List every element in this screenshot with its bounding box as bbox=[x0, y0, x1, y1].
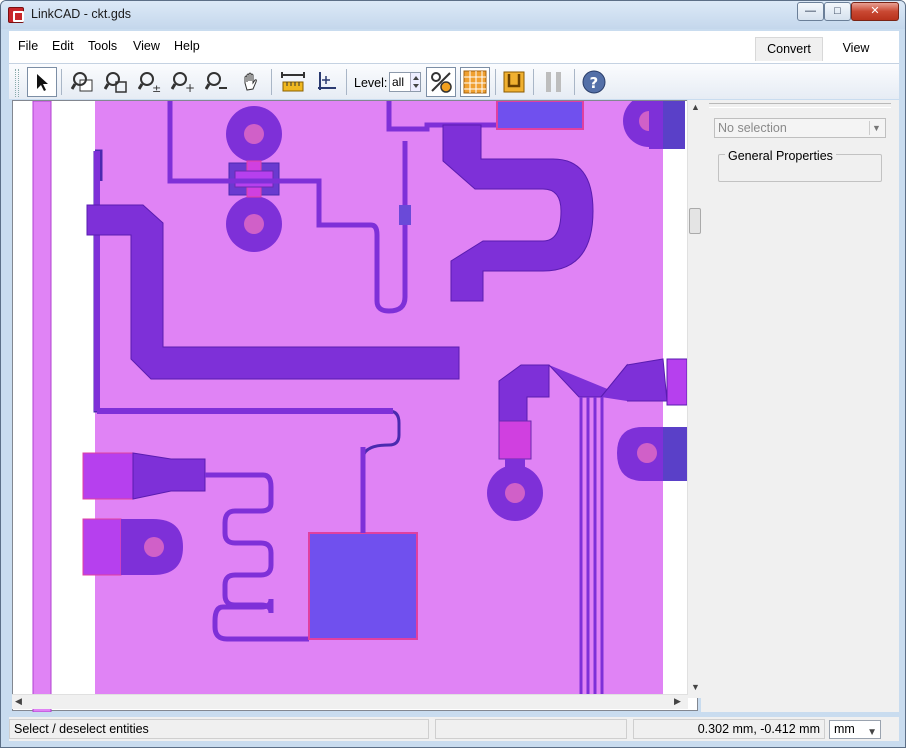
menu-view[interactable]: View bbox=[133, 39, 160, 53]
svg-text:+: + bbox=[185, 81, 195, 94]
tab-view[interactable]: View bbox=[825, 37, 887, 61]
maximize-button[interactable]: □ bbox=[824, 2, 851, 21]
menu-edit[interactable]: Edit bbox=[52, 39, 74, 53]
unit-value: mm bbox=[834, 722, 855, 736]
toolbar-grip[interactable] bbox=[15, 69, 19, 97]
status-message: Select / deselect entities bbox=[9, 719, 429, 739]
toolbar: ± + Level: all ? bbox=[9, 63, 899, 99]
layout-drawing bbox=[32, 95, 688, 713]
pan-hand-icon[interactable] bbox=[236, 67, 266, 97]
level-spin-icon[interactable] bbox=[410, 73, 420, 91]
cad-canvas[interactable] bbox=[12, 95, 698, 713]
properties-panel: No selection ▼ General Properties bbox=[701, 100, 899, 712]
svg-text:?: ? bbox=[590, 74, 599, 92]
minimize-button[interactable]: — bbox=[797, 2, 824, 21]
zoom-window-icon[interactable] bbox=[68, 67, 98, 97]
status-coordinates: 0.302 mm, -0.412 mm bbox=[633, 719, 825, 739]
general-properties-label: General Properties bbox=[725, 149, 836, 163]
zoom-in-icon[interactable]: + bbox=[168, 67, 198, 97]
close-button[interactable]: ✕ bbox=[851, 2, 899, 21]
level-select[interactable]: all bbox=[389, 72, 421, 92]
app-icon bbox=[8, 7, 24, 23]
zoom-fit-icon[interactable] bbox=[101, 67, 131, 97]
selection-dropdown[interactable]: No selection ▼ bbox=[714, 118, 886, 138]
grid-icon[interactable] bbox=[460, 67, 490, 97]
menu-help[interactable]: Help bbox=[174, 39, 200, 53]
measure-icon[interactable] bbox=[278, 67, 308, 97]
window-title: LinkCAD - ckt.gds bbox=[31, 7, 132, 21]
menu-bar: File Edit Tools View Help Convert View bbox=[9, 31, 899, 63]
zoom-plusminus-icon[interactable]: ± bbox=[135, 67, 165, 97]
status-bar: Select / deselect entities 0.302 mm, -0.… bbox=[9, 717, 899, 741]
scroll-right-icon[interactable]: ▶ bbox=[674, 696, 681, 707]
pause-icon[interactable] bbox=[539, 67, 569, 97]
vertical-scrollbar[interactable]: ▲ ▼ bbox=[687, 100, 701, 698]
scroll-down-icon[interactable]: ▼ bbox=[691, 682, 700, 692]
scroll-up-icon[interactable]: ▲ bbox=[691, 102, 700, 112]
tab-convert[interactable]: Convert bbox=[755, 37, 823, 61]
title-bar: LinkCAD - ckt.gds — □ ✕ bbox=[1, 1, 905, 29]
chevron-down-icon[interactable]: ▼ bbox=[869, 121, 883, 135]
origin-icon[interactable] bbox=[311, 67, 341, 97]
scroll-left-icon[interactable]: ◀ bbox=[15, 696, 22, 707]
panel-divider bbox=[709, 103, 891, 108]
chevron-down-icon[interactable]: ▼ bbox=[867, 724, 877, 741]
selection-value: No selection bbox=[718, 121, 787, 135]
level-value: all bbox=[392, 75, 405, 89]
help-icon[interactable]: ? bbox=[579, 67, 609, 97]
zoom-out-icon[interactable] bbox=[202, 67, 232, 97]
menu-tools[interactable]: Tools bbox=[88, 39, 117, 53]
export-icon[interactable] bbox=[499, 67, 529, 97]
horizontal-scrollbar[interactable]: ◀ ▶ bbox=[12, 694, 688, 709]
app-window: LinkCAD - ckt.gds — □ ✕ File Edit Tools … bbox=[0, 0, 906, 748]
vertical-scroll-thumb[interactable] bbox=[689, 208, 701, 234]
level-label: Level: bbox=[354, 76, 388, 90]
menu-file[interactable]: File bbox=[18, 39, 38, 53]
status-blank bbox=[435, 719, 627, 739]
unit-select[interactable]: mm ▼ bbox=[829, 720, 881, 739]
layer-toggle-icon[interactable] bbox=[426, 67, 456, 97]
select-arrow-icon[interactable] bbox=[27, 67, 57, 97]
svg-text:±: ± bbox=[152, 82, 161, 94]
